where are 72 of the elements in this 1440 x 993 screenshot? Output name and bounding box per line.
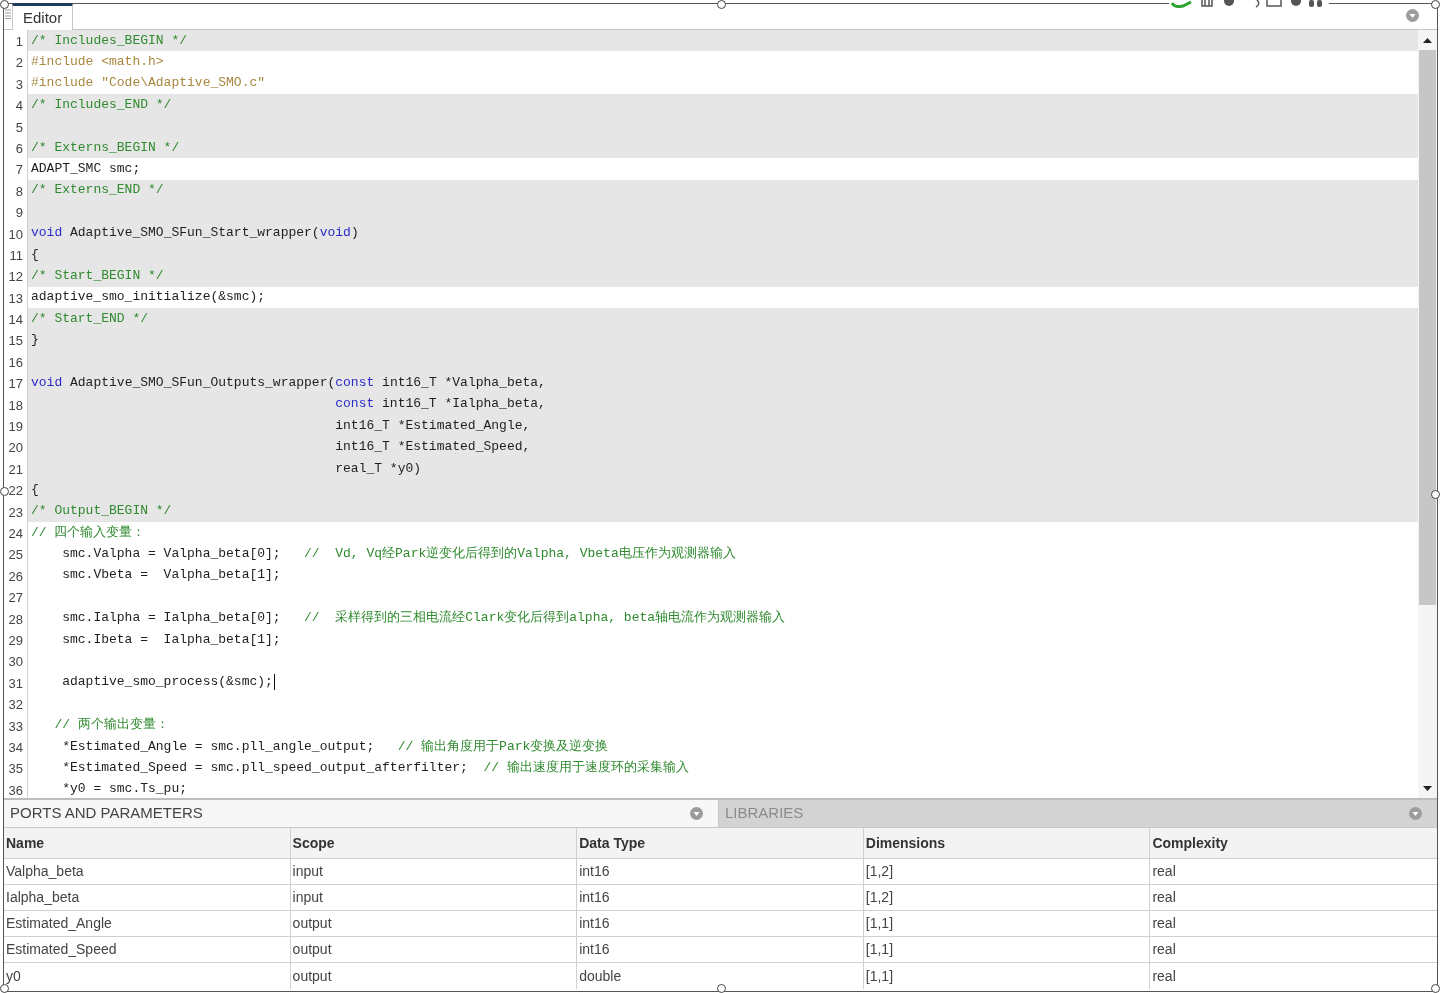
table-cell: y0	[4, 963, 291, 989]
table-cell: [1,1]	[863, 963, 1151, 989]
column-header: Dimensions	[863, 828, 1151, 859]
code-line: *y0 = smc.Ts_pu;	[61, 780, 188, 798]
code-line: #include <math.h>	[31, 53, 164, 72]
collapse-icon[interactable]	[1409, 807, 1422, 820]
resize-handle-icon[interactable]	[1431, 490, 1440, 499]
code-line: // 四个输入变量：	[31, 523, 146, 542]
code-line: *Estimated_Speed = smc.pll_speed_output_afterfilter; // 输出速度用于速度环的采集输入	[61, 758, 689, 777]
table-cell: Estimated_Speed	[4, 937, 291, 963]
table-cell: int16	[577, 859, 864, 885]
table-cell: [1,2]	[863, 885, 1151, 911]
table-cell: double	[577, 963, 864, 989]
resize-handle-icon[interactable]	[0, 487, 9, 496]
code-line: smc.Vbeta = Valpha_beta[1];	[61, 566, 281, 585]
column-header: Complexity	[1150, 828, 1437, 859]
code-line: /* Externs_BEGIN */	[31, 138, 180, 157]
collapse-icon[interactable]	[1406, 9, 1419, 22]
code-line: int16_T *Estimated_Angle,	[334, 416, 531, 435]
column-header: Scope	[290, 828, 578, 859]
table-cell: [1,2]	[863, 859, 1151, 885]
down-arrow-icon	[1423, 785, 1432, 791]
code-line: /* Start_BEGIN */	[31, 267, 164, 285]
table-cell: int16	[577, 885, 864, 911]
grip-icon[interactable]	[5, 9, 11, 19]
table-cell: input	[290, 885, 578, 911]
resize-handle-icon[interactable]	[717, 984, 726, 993]
table-cell: [1,1]	[863, 937, 1151, 963]
code-line: #include "Code\Adaptive_SMO.c"	[31, 74, 266, 93]
code-line: /* Start_END */	[31, 309, 149, 328]
table-cell: int16	[577, 937, 864, 963]
code-line: void Adaptive_SMO_SFun_Outputs_wrapper(const int16_T *Valpha_beta,	[31, 373, 546, 392]
code-line: // 两个输出变量：	[53, 716, 169, 735]
table-cell: [1,1]	[863, 911, 1151, 937]
resize-handle-icon[interactable]	[717, 0, 726, 9]
table-cell: output	[290, 963, 578, 989]
code-line: /* Includes_BEGIN */	[31, 31, 188, 50]
resize-handle-icon[interactable]	[1431, 984, 1440, 993]
table-cell: input	[290, 859, 578, 885]
code-line: adaptive_smo_process(&smc);	[61, 673, 273, 692]
code-line: /* Includes_END */	[31, 95, 172, 114]
code-line: smc.Valpha = Valpha_beta[0]; // Vd, Vq经Park逆变化后得到的Valpha, Vbeta电压作为观测器输入	[61, 545, 736, 564]
code-line: const int16_T *Ialpha_beta,	[334, 395, 546, 414]
table-cell: Valpha_beta	[4, 859, 291, 885]
code-line: {	[31, 245, 39, 264]
code-line: }	[31, 331, 39, 350]
code-line: /* Externs_END */	[31, 181, 164, 200]
table-cell: Ialpha_beta	[4, 885, 291, 911]
column-header: Name	[4, 828, 291, 859]
code-line: smc.Ibeta = Ialpha_beta[1];	[61, 630, 281, 649]
table-cell: output	[290, 937, 578, 963]
code-line: void Adaptive_SMO_SFun_Start_wrapper(void)	[31, 224, 359, 243]
code-line: {	[31, 480, 39, 499]
code-line: ADAPT_SMC smc;	[31, 160, 141, 179]
column-header: Data Type	[577, 828, 864, 859]
editor-tab[interactable]: Editor	[12, 3, 74, 30]
code-line: smc.Ialpha = Ialpha_beta[0]; // 采样得到的三相电流经Clark变化后得到alpha, beta轴电流作为观测器输入	[61, 609, 786, 628]
code-line: *Estimated_Angle = smc.pll_angle_output; // 输出角度用于Park变换及逆变换	[61, 737, 609, 756]
code-line: /* Output_BEGIN */	[31, 502, 172, 521]
code-line: adaptive_smo_initialize(&smc);	[31, 288, 266, 307]
resize-handle-icon[interactable]	[0, 0, 9, 9]
table-cell: output	[290, 911, 578, 937]
collapse-icon[interactable]	[690, 807, 703, 820]
table-cell: Estimated_Angle	[4, 911, 291, 937]
scrollbar-thumb[interactable]	[1419, 50, 1436, 605]
panel-tab[interactable]: PORTS AND PARAMETERS	[4, 800, 719, 827]
resize-handle-icon[interactable]	[1431, 0, 1440, 9]
code-line: real_T *y0)	[334, 459, 422, 478]
up-arrow-icon	[1423, 37, 1432, 43]
code-line: int16_T *Estimated_Speed,	[334, 438, 531, 457]
table-cell: int16	[577, 911, 864, 937]
resize-handle-icon[interactable]	[0, 984, 9, 993]
